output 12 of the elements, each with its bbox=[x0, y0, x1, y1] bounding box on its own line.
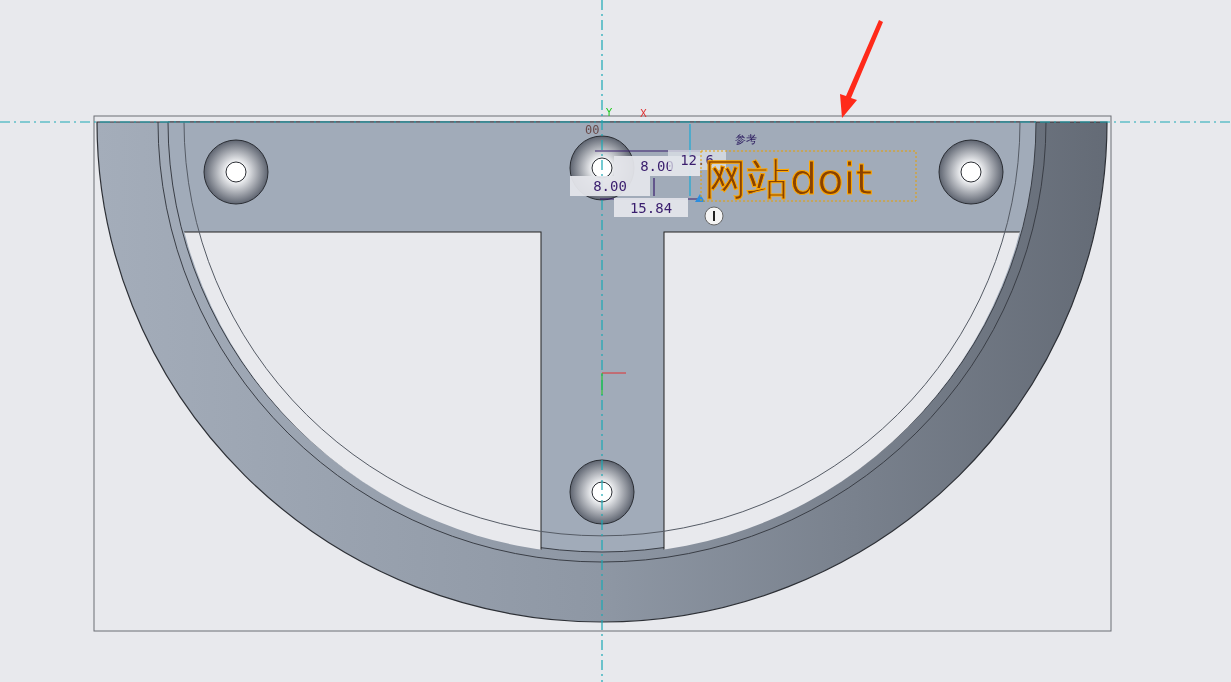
reference-note: 参考 bbox=[735, 133, 757, 146]
countersunk-hole bbox=[203, 139, 269, 205]
origin-label: 00 bbox=[585, 123, 600, 137]
countersunk-hole bbox=[569, 459, 635, 525]
coordinate-system-icon bbox=[601, 372, 627, 396]
dimension-label[interactable]: 15.84 bbox=[614, 198, 688, 217]
axis-label: X bbox=[640, 108, 647, 119]
dimension-label[interactable]: 8.00 bbox=[570, 176, 650, 196]
countersunk-hole bbox=[938, 139, 1004, 205]
axis-label: Y bbox=[606, 107, 613, 118]
cursor-icon bbox=[704, 206, 724, 226]
triangle-icon bbox=[695, 194, 705, 202]
